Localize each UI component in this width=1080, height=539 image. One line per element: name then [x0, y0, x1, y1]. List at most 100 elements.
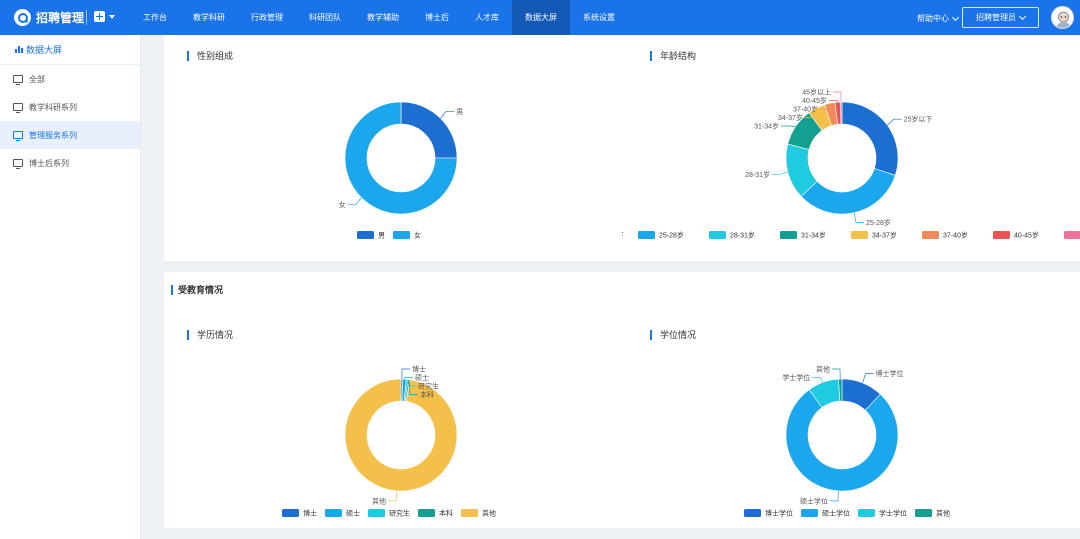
- age-slice-label: 25岁以下: [904, 115, 933, 124]
- nav-item-3[interactable]: 科研团队: [296, 0, 354, 35]
- degree-legend: 博士学位 硕士学位 学士学位 其他: [744, 509, 950, 518]
- age-legend-swatch[interactable]: [851, 231, 868, 239]
- education-leader-line: [387, 490, 397, 502]
- education-legend-label[interactable]: 研究生: [389, 509, 410, 518]
- degree-legend-label[interactable]: 硕士学位: [822, 509, 850, 518]
- gender-legend-swatch[interactable]: [357, 231, 374, 239]
- user-avatar[interactable]: [1051, 6, 1074, 29]
- degree-legend-label[interactable]: 博士学位: [765, 509, 793, 518]
- education-legend-label[interactable]: 硕士: [346, 509, 360, 518]
- age-leader-line: [887, 118, 902, 126]
- monitor-icon: [13, 131, 23, 141]
- age-legend-label[interactable]: 25岁以下: [622, 231, 624, 240]
- apps-grid-icon: [94, 11, 105, 22]
- app-switcher-button[interactable]: [94, 11, 115, 22]
- main-nav: 工作台 教学科研 行政管理 科研团队 教学辅助 博士后 人才库 数据大屏 系统设置: [130, 0, 628, 35]
- nav-item-5[interactable]: 博士后: [412, 0, 462, 35]
- degree-leader-line: [829, 490, 839, 502]
- age-legend-label[interactable]: 40-45岁: [1014, 231, 1039, 240]
- nav-item-1[interactable]: 教学科研: [180, 0, 238, 35]
- help-center-label: 帮助中心: [917, 14, 949, 23]
- divider: [86, 10, 87, 25]
- gender-legend: 男女: [357, 231, 421, 240]
- education-legend-swatch[interactable]: [418, 509, 435, 517]
- education-title-label: 受教育情况: [178, 285, 224, 295]
- sidebar-item-2[interactable]: 管理服务系列: [0, 121, 140, 149]
- nav-item-8[interactable]: 系统设置: [570, 0, 628, 35]
- age-legend-label[interactable]: 37-40岁: [943, 231, 968, 240]
- education-legend-swatch[interactable]: [461, 509, 478, 517]
- bar-chart-icon: [15, 46, 23, 53]
- app-logo[interactable]: 招聘管理: [14, 8, 84, 27]
- section-title-education: 受教育情况: [171, 283, 223, 296]
- education-legend-label[interactable]: 其他: [482, 509, 496, 518]
- age-legend-label[interactable]: 25-28岁: [659, 231, 684, 240]
- age-donut-chart: 25岁以下25-28岁45岁以上40-45岁37-40岁34-37岁31-34岁…: [622, 88, 1080, 240]
- chevron-down-icon: [1018, 12, 1027, 20]
- monitor-icon: [13, 103, 23, 113]
- degree-legend-swatch[interactable]: [744, 509, 761, 517]
- education-card: 受教育情况 学历情况 学位情况 博士 硕士 研究生 本科 其他 博士 硕士 研究生 本科 其他 博…: [164, 272, 1080, 528]
- gender-legend-label[interactable]: 女: [414, 231, 421, 240]
- monitor-icon: [13, 75, 23, 85]
- age-legend-swatch[interactable]: [1064, 231, 1080, 239]
- sidebar-item-0[interactable]: 全部: [0, 65, 140, 93]
- degree-legend-label[interactable]: 其他: [936, 509, 950, 518]
- age-legend-label[interactable]: 31-34岁: [801, 231, 826, 240]
- gender-leader-line: [440, 110, 455, 119]
- age-legend-swatch[interactable]: [780, 231, 797, 239]
- education-slice-label: 其他: [372, 496, 386, 505]
- education-slice-label: 博士: [412, 365, 426, 374]
- role-switch-button[interactable]: 招聘管理员: [962, 7, 1039, 28]
- app-title: 招聘管理: [36, 11, 85, 25]
- education-slice-4[interactable]: [344, 378, 458, 492]
- age-slice-label: 28-31岁: [745, 170, 770, 179]
- age-slice-label: 34-37岁: [778, 113, 803, 122]
- gender-legend-label[interactable]: 男: [378, 232, 385, 240]
- role-label: 招聘管理员: [976, 13, 1016, 22]
- nav-item-6[interactable]: 人才库: [462, 0, 512, 35]
- degree-leader-line: [831, 368, 841, 380]
- caret-down-icon: [109, 14, 115, 19]
- age-slice-1[interactable]: [800, 168, 896, 215]
- degree-donut-chart: 博士学位其他学士学位硕士学位博士学位 硕士学位 学士学位 其他: [744, 365, 950, 518]
- nav-item-0[interactable]: 工作台: [130, 0, 180, 35]
- monitor-icon: [13, 159, 23, 169]
- degree-legend-swatch[interactable]: [801, 509, 818, 517]
- age-slice-0[interactable]: [841, 101, 899, 176]
- sidebar-item-1[interactable]: 教学科研系列: [0, 93, 140, 121]
- age-slice-label: 40-45岁: [802, 96, 827, 105]
- education-legend-label[interactable]: 博士: [303, 509, 317, 518]
- education-legend-swatch[interactable]: [368, 509, 385, 517]
- age-legend-swatch[interactable]: [709, 231, 726, 239]
- education-legend-label[interactable]: 本科: [439, 509, 453, 518]
- gender-leader-line: [347, 197, 362, 206]
- help-center-menu[interactable]: 帮助中心: [917, 13, 960, 24]
- sidebar-item-label: 全部: [29, 74, 45, 84]
- degree-legend-swatch[interactable]: [915, 509, 932, 517]
- education-legend-swatch[interactable]: [282, 509, 299, 517]
- age-legend-swatch[interactable]: [638, 231, 655, 239]
- gender-slice-0[interactable]: [400, 101, 458, 159]
- sidebar-item-label: 管理服务系列: [29, 130, 77, 140]
- age-slice-label: 45岁以上: [802, 88, 831, 97]
- sidebar: 数据大屏 全部 教学科研系列 管理服务系列 博士后系列: [0, 35, 141, 539]
- degree-slice-label: 其他: [816, 365, 830, 374]
- degree-slice-1[interactable]: [785, 389, 899, 492]
- gender-legend-swatch[interactable]: [393, 231, 410, 239]
- age-leader-line: [853, 212, 864, 223]
- sidebar-item-3[interactable]: 博士后系列: [0, 149, 140, 177]
- degree-legend-label[interactable]: 学士学位: [879, 509, 907, 518]
- nav-item-4[interactable]: 教学辅助: [354, 0, 412, 35]
- education-donut-chart: 博士硕士研究生本科其他博士 硕士 研究生 本科 其他: [282, 365, 496, 518]
- age-legend-label[interactable]: 28-31岁: [730, 231, 755, 240]
- age-legend-label[interactable]: 34-37岁: [872, 231, 897, 240]
- age-slice-label: 37-40岁: [793, 105, 818, 114]
- nav-item-7[interactable]: 数据大屏: [512, 0, 570, 35]
- age-legend-swatch[interactable]: [922, 231, 939, 239]
- age-legend-swatch[interactable]: [993, 231, 1010, 239]
- degree-legend-swatch[interactable]: [858, 509, 875, 517]
- degree-leader-line: [862, 373, 874, 384]
- education-legend-swatch[interactable]: [325, 509, 342, 517]
- nav-item-2[interactable]: 行政管理: [238, 0, 296, 35]
